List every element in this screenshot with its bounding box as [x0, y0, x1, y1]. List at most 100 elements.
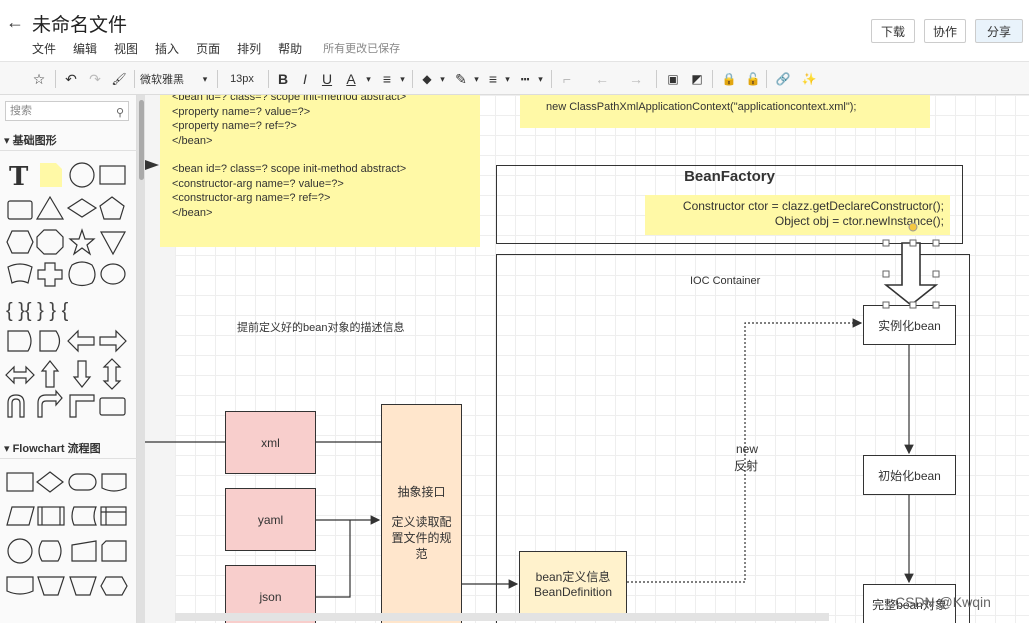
menu-help[interactable]: 帮助 — [278, 40, 302, 57]
chevron-down-icon[interactable]: ▾ — [364, 69, 373, 89]
fill-color-icon[interactable]: ◆ — [418, 69, 436, 89]
rect-shape-small — [99, 397, 126, 416]
terminator-shape — [68, 473, 97, 491]
cloud-shape — [68, 261, 96, 287]
horizontal-scrollbar — [175, 613, 829, 621]
chevron-down-icon[interactable]: ▾ — [398, 69, 407, 89]
manual-input-shape — [71, 540, 97, 562]
process-shape — [6, 472, 34, 492]
collaborate-button[interactable]: 协作 — [924, 19, 966, 43]
corner-shape — [69, 394, 95, 418]
toolbar-divider — [712, 70, 713, 88]
chevron-down-icon[interactable]: ▾ — [472, 69, 481, 89]
align-button[interactable]: ≡ — [378, 69, 396, 89]
canvas-left-arrow-icon — [145, 160, 159, 170]
card-shape — [101, 540, 127, 562]
line-color-icon[interactable]: ✎ — [452, 69, 470, 89]
watermark-text: CSDN @Kwqin — [895, 594, 991, 610]
basic-shapes-grid[interactable]: T { }{ } } { — [0, 155, 137, 445]
big-down-arrow — [883, 242, 939, 307]
manual-operation-shape — [37, 576, 65, 596]
menu-bar: 文件 编辑 视图 插入 页面 排列 帮助 所有更改已保存 — [32, 40, 417, 57]
basic-shapes-header[interactable]: ▾ 基础图形 — [0, 131, 137, 151]
search-icon[interactable]: ⚲ — [116, 104, 124, 122]
data-storage-shape — [7, 330, 32, 352]
toolbar-divider — [412, 70, 413, 88]
menu-edit[interactable]: 编辑 — [73, 40, 97, 57]
unlock-icon[interactable]: 🔓 — [744, 69, 762, 89]
diamond-shape — [66, 198, 98, 218]
toolbar-divider — [217, 70, 218, 88]
font-color-button[interactable]: A — [342, 69, 360, 89]
arrow-start-icon[interactable]: ← — [590, 69, 614, 89]
flowchart-shapes-grid[interactable] — [0, 463, 137, 623]
line-weight-icon[interactable]: ≡ — [484, 69, 502, 89]
menu-view[interactable]: 视图 — [114, 40, 138, 57]
toolbar: ☆ ↶ ↷ 🖌 微软雅黑 ▾ 13px B I U A ▾ ≡ ▾ ◆ ▾ ✎ … — [0, 61, 1029, 95]
magic-wand-icon[interactable]: ✨ — [800, 69, 818, 89]
flowchart-header[interactable]: ▾ Flowchart 流程图 — [0, 439, 137, 459]
download-button[interactable]: 下载 — [871, 19, 915, 43]
chevron-down-icon[interactable]: ▾ — [438, 69, 447, 89]
edge-json-abstract — [316, 520, 351, 598]
bent-arrow-shape — [37, 389, 63, 418]
arrow-right-shape — [99, 329, 127, 353]
diagram-canvas[interactable]: <bean id=? class=? scope init-method abs… — [145, 95, 1029, 623]
toolbar-divider — [134, 70, 135, 88]
format-painter-icon[interactable]: 🖌 — [110, 69, 128, 89]
star-shape — [68, 228, 96, 256]
wave-shape — [7, 263, 33, 284]
line-style-icon[interactable]: ┅ — [516, 69, 534, 89]
triangle-shape — [35, 195, 65, 220]
search-placeholder: 搜索 — [10, 105, 32, 117]
sidebar-scroll-thumb[interactable] — [139, 100, 144, 180]
document-title[interactable]: 未命名文件 — [32, 10, 127, 37]
vertical-double-arrow-shape — [102, 358, 122, 390]
inverted-triangle-shape — [99, 231, 127, 256]
menu-page[interactable]: 页面 — [196, 40, 220, 57]
favorite-icon[interactable]: ☆ — [30, 69, 48, 89]
toolbar-divider — [55, 70, 56, 88]
arrow-left-shape — [67, 329, 95, 353]
double-arrow-shape — [5, 365, 35, 385]
italic-button[interactable]: I — [297, 69, 313, 89]
bring-front-icon[interactable]: ▣ — [664, 69, 682, 89]
menu-arrange[interactable]: 排列 — [237, 40, 261, 57]
share-button[interactable]: 分享 — [975, 19, 1023, 43]
redo-icon[interactable]: ↷ — [86, 69, 104, 89]
header: ← 未命名文件 文件 编辑 视图 插入 页面 排列 帮助 所有更改已保存 下载 … — [0, 0, 1029, 60]
octagon-shape — [36, 229, 64, 255]
chevron-down-icon[interactable]: ▾ — [200, 69, 210, 89]
edge-beandef-instantiate — [627, 318, 863, 583]
toolbar-divider — [268, 70, 269, 88]
back-arrow-icon[interactable]: ← — [6, 12, 24, 33]
pentagon-shape — [99, 196, 125, 220]
rounded-rect-shape — [7, 200, 33, 220]
save-status: 所有更改已保存 — [323, 43, 401, 55]
arrow-down-shape — [72, 360, 92, 388]
font-size-select[interactable]: 13px — [224, 69, 260, 89]
send-back-icon[interactable]: ◩ — [688, 69, 706, 89]
toolbar-divider — [656, 70, 657, 88]
link-icon[interactable]: 🔗 — [774, 69, 792, 89]
delay-shape — [39, 330, 61, 352]
preparation-shape — [100, 576, 128, 596]
arrow-end-icon[interactable]: → — [624, 69, 648, 89]
text-shape: T — [9, 162, 29, 192]
lock-icon[interactable]: 🔒 — [720, 69, 738, 89]
circle-shape — [69, 162, 95, 188]
menu-insert[interactable]: 插入 — [155, 40, 179, 57]
shape-search-input[interactable]: 搜索 ⚲ — [5, 101, 129, 121]
bold-button[interactable]: B — [275, 69, 291, 89]
basic-shapes-title: 基础图形 — [12, 135, 57, 147]
hexagon-shape — [6, 230, 34, 254]
chevron-down-icon[interactable]: ▾ — [503, 69, 512, 89]
undo-icon[interactable]: ↶ — [62, 69, 80, 89]
ellipse-shape — [100, 263, 126, 285]
chevron-down-icon[interactable]: ▾ — [536, 69, 545, 89]
trapezoid-shape — [69, 576, 97, 596]
menu-file[interactable]: 文件 — [32, 40, 56, 57]
underline-button[interactable]: U — [319, 69, 335, 89]
u-turn-shape — [7, 394, 25, 418]
waypoint-icon[interactable]: ⌐ — [558, 69, 576, 89]
